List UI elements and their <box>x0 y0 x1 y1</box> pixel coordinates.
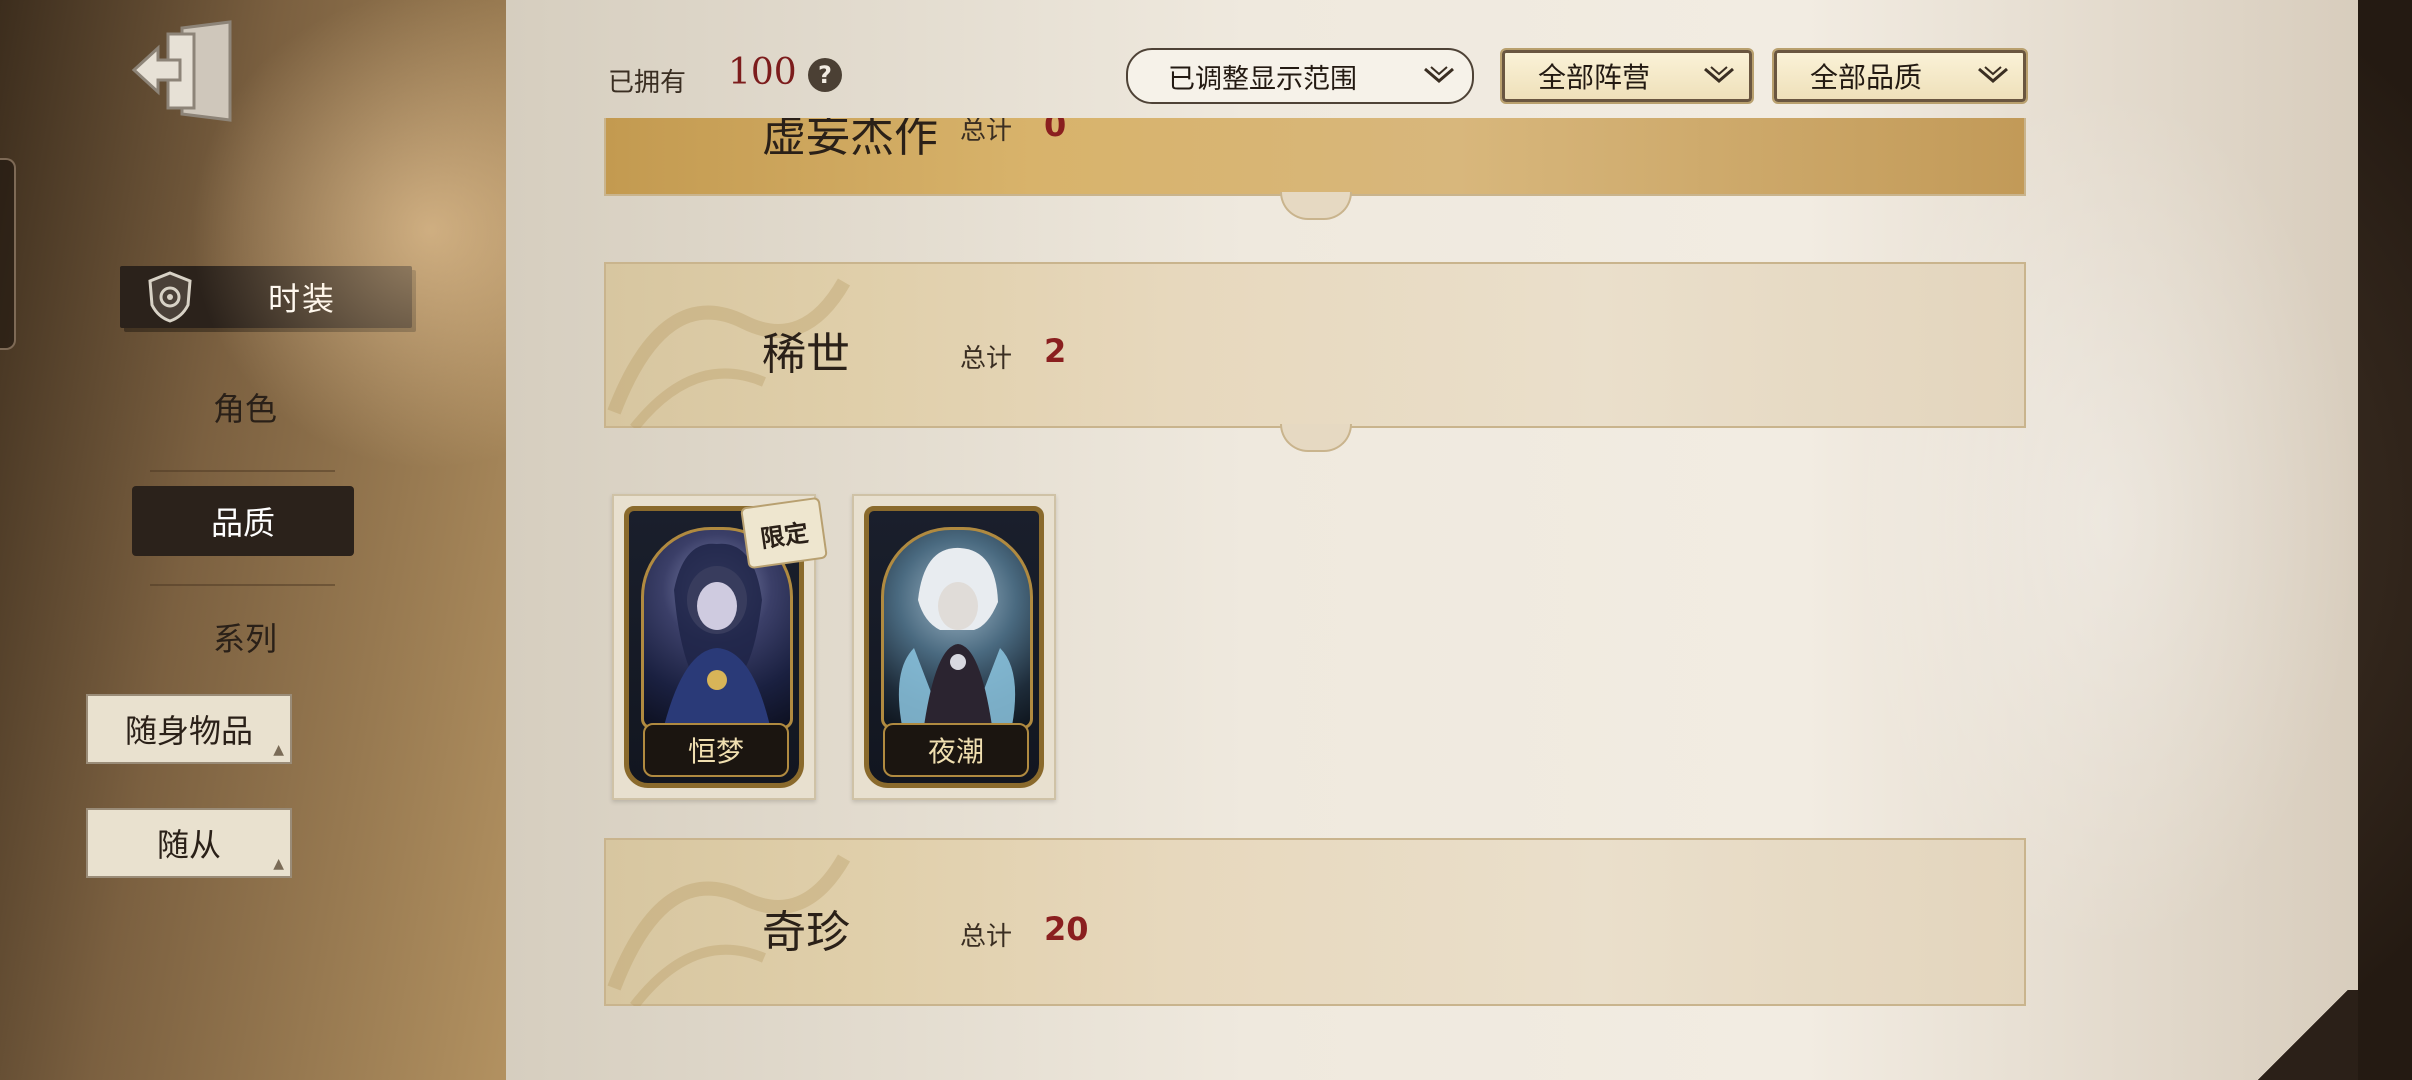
help-icon[interactable]: ? <box>808 58 842 92</box>
triangle-up-icon: ▲ <box>273 742 284 758</box>
section-name: 奇珍 <box>762 907 850 958</box>
section-banner[interactable]: 奇珍 总计 20 <box>604 838 2026 1006</box>
page-curl <box>2248 990 2358 1080</box>
nav-item-role[interactable]: 角色 <box>130 384 360 430</box>
game-screen: 时装 角色 品质 系列 随身物品 ▲ 随从 ▲ 已拥有 100 ? 已调整显示范… <box>0 0 2412 1080</box>
card-name-plate: 恒梦 <box>643 723 789 777</box>
nav-divider <box>150 584 335 586</box>
nav-item-accessory[interactable]: 随身物品 ▲ <box>86 694 292 764</box>
nav-tab-fashion[interactable]: 时装 <box>120 266 412 328</box>
nav-tab-fashion-label: 时装 <box>268 280 337 318</box>
chevron-down-icon <box>1424 66 1454 83</box>
exit-door-icon <box>131 20 232 122</box>
section-total-value: 2 <box>1044 332 1067 370</box>
triangle-up-icon: ▲ <box>273 856 284 872</box>
card-frame: 夜潮 <box>864 506 1044 788</box>
edge-drawer-handle[interactable] <box>0 158 16 350</box>
display-range-dropdown[interactable]: 已调整显示范围 <box>1126 48 1474 104</box>
portrait-figure-icon <box>898 547 1016 726</box>
nav-item-series[interactable]: 系列 <box>130 614 360 660</box>
nav-item-quality[interactable]: 品质 <box>132 486 354 556</box>
chevron-down-icon <box>1978 66 2008 83</box>
sidebar: 时装 角色 品质 系列 随身物品 ▲ 随从 ▲ <box>0 0 512 1080</box>
limited-badge: 限定 <box>740 496 828 570</box>
exit-button[interactable] <box>130 20 240 122</box>
display-range-label: 已调整显示范围 <box>1168 63 1357 95</box>
section-total-label: 总计 <box>960 922 1013 952</box>
card-name-plate: 夜潮 <box>883 723 1029 777</box>
section-total-value: 20 <box>1044 910 1089 948</box>
owned-label: 已拥有 <box>608 68 687 98</box>
nav-item-companion[interactable]: 随从 ▲ <box>86 808 292 878</box>
costume-card[interactable]: 恒梦 限定 <box>612 494 828 800</box>
owned-count: 100 <box>728 52 797 93</box>
section-name: 稀世 <box>762 329 850 380</box>
nav-divider <box>150 470 335 472</box>
quality-filter-label: 全部品质 <box>1810 61 1923 94</box>
costume-card[interactable]: 夜潮 <box>852 494 1056 800</box>
section-banner[interactable]: 稀世 总计 2 <box>604 262 2026 452</box>
nav-item-companion-label: 随从 <box>156 826 221 864</box>
character-portrait <box>881 527 1033 729</box>
faction-filter-label: 全部阵营 <box>1538 61 1651 94</box>
section-total-label: 总计 <box>960 344 1013 374</box>
quality-filter-dropdown[interactable]: 全部品质 <box>1772 48 2028 104</box>
fashion-emblem-icon <box>148 271 192 323</box>
faction-filter-dropdown[interactable]: 全部阵营 <box>1500 48 1754 104</box>
nav-item-accessory-label: 随身物品 <box>124 712 253 750</box>
chevron-down-icon <box>1704 66 1734 83</box>
